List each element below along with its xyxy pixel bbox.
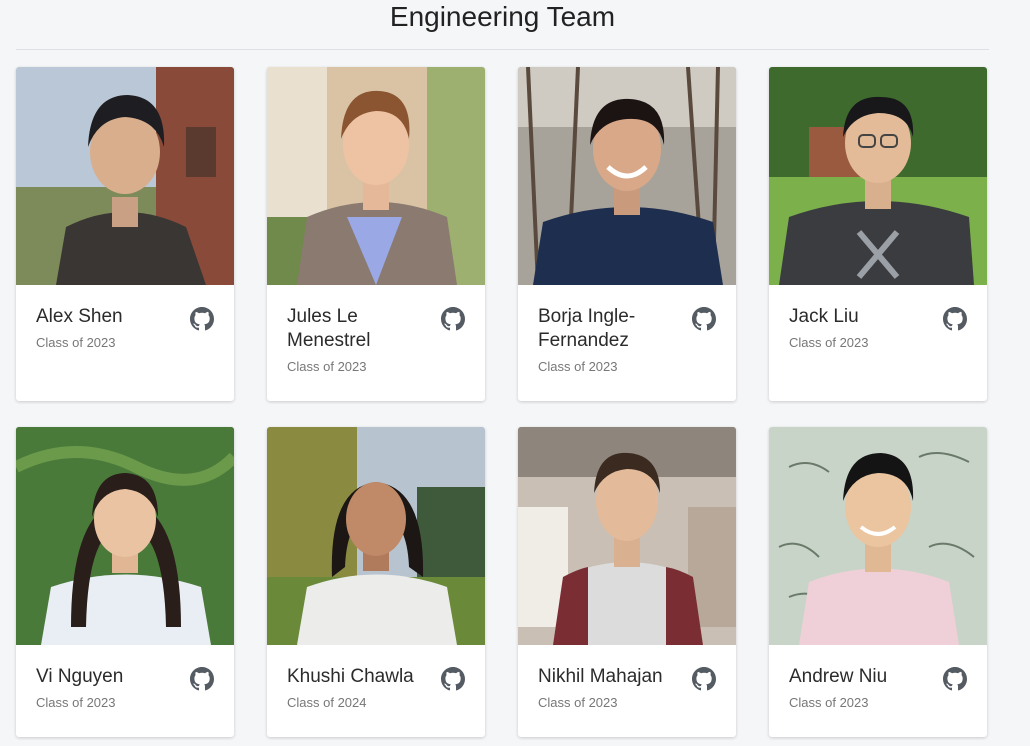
member-name: Borja Ingle-Fernandez (538, 306, 636, 351)
member-info: Alex Shen Class of 2023 (16, 285, 234, 350)
team-member-card: Jules Le Menestrel Class of 2023 (267, 67, 485, 401)
member-info: Andrew Niu Class of 2023 (769, 645, 987, 710)
member-class: Class of 2023 (789, 695, 869, 710)
team-page: Engineering Team Alex Shen Class of 2023… (0, 0, 1030, 746)
member-class: Class of 2024 (287, 695, 367, 710)
member-photo (769, 67, 987, 285)
member-photo (769, 427, 987, 645)
member-info: Nikhil Mahajan Class of 2023 (518, 645, 736, 710)
team-member-card: Borja Ingle-Fernandez Class of 2023 (518, 67, 736, 401)
member-name: Nikhil Mahajan (538, 666, 663, 687)
member-photo (518, 427, 736, 645)
member-name: Vi Nguyen (36, 666, 124, 687)
github-icon[interactable] (441, 307, 465, 331)
member-name: Alex Shen (36, 306, 123, 327)
member-photo (16, 67, 234, 285)
member-photo (267, 67, 485, 285)
team-member-card: Nikhil Mahajan Class of 2023 (518, 427, 736, 737)
page-title: Engineering Team (389, 1, 616, 32)
member-info: Khushi Chawla Class of 2024 (267, 645, 485, 710)
member-class: Class of 2023 (36, 335, 116, 350)
member-class: Class of 2023 (287, 359, 367, 374)
member-info: Jules Le Menestrel Class of 2023 (267, 285, 485, 374)
github-icon[interactable] (441, 667, 465, 691)
github-icon[interactable] (190, 307, 214, 331)
github-icon[interactable] (692, 307, 716, 331)
member-info: Vi Nguyen Class of 2023 (16, 645, 234, 710)
member-photo (518, 67, 736, 285)
member-info: Jack Liu Class of 2023 (769, 285, 987, 350)
team-member-card: Andrew Niu Class of 2023 (769, 427, 987, 737)
title-divider (16, 49, 989, 50)
member-class: Class of 2023 (538, 695, 618, 710)
member-name: Jules Le Menestrel (287, 306, 371, 351)
github-icon[interactable] (943, 667, 967, 691)
member-name: Khushi Chawla (287, 666, 414, 687)
member-name: Andrew Niu (789, 666, 888, 687)
github-icon[interactable] (190, 667, 214, 691)
github-icon[interactable] (943, 307, 967, 331)
github-icon[interactable] (692, 667, 716, 691)
member-name: Jack Liu (789, 306, 859, 327)
member-class: Class of 2023 (538, 359, 618, 374)
member-class: Class of 2023 (789, 335, 869, 350)
member-class: Class of 2023 (36, 695, 116, 710)
member-info: Borja Ingle-Fernandez Class of 2023 (518, 285, 736, 374)
team-member-card: Alex Shen Class of 2023 (16, 67, 234, 401)
team-member-card: Khushi Chawla Class of 2024 (267, 427, 485, 737)
team-member-card: Jack Liu Class of 2023 (769, 67, 987, 401)
member-photo (267, 427, 485, 645)
team-member-card: Vi Nguyen Class of 2023 (16, 427, 234, 737)
member-photo (16, 427, 234, 645)
